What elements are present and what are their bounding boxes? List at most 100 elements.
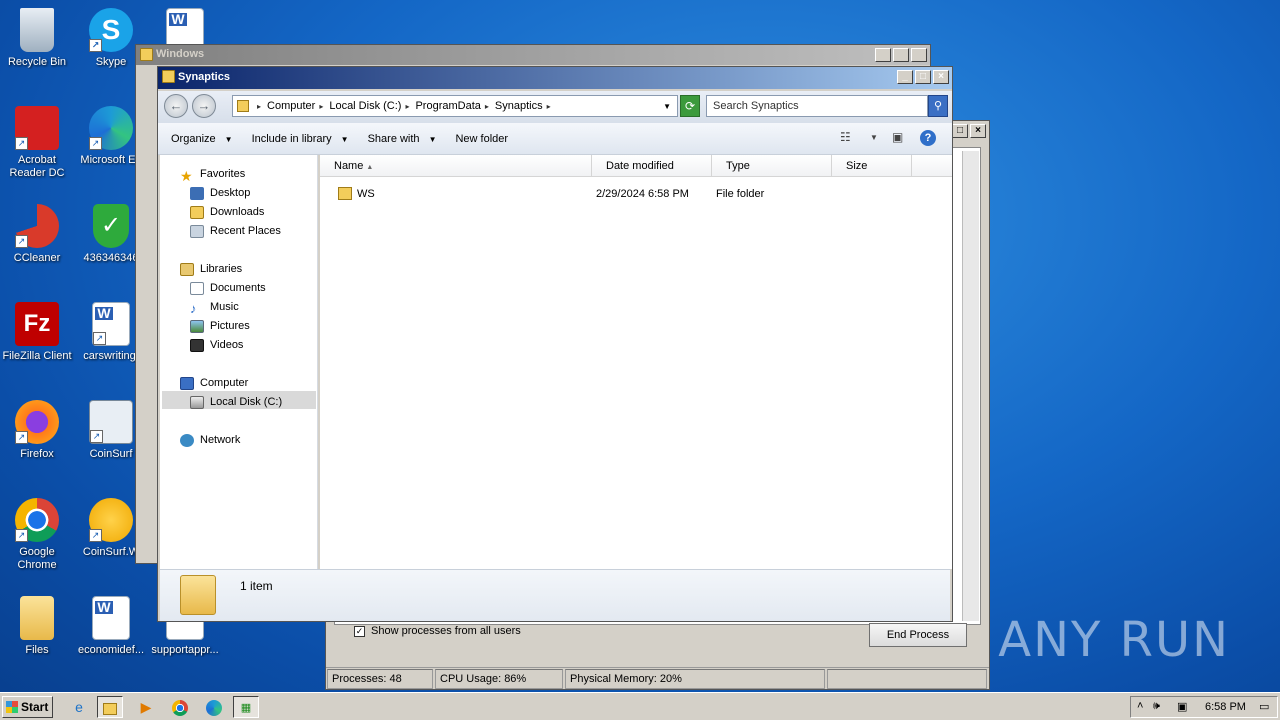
desktop-icon-files[interactable]: Files [0, 596, 74, 657]
search-input[interactable]: Search Synaptics [706, 95, 928, 117]
recycle-bin-icon [20, 8, 54, 52]
breadcrumb-synaptics[interactable]: Synaptics [495, 100, 543, 112]
start-label: Start [21, 700, 49, 714]
process-list-scrollbar[interactable] [962, 151, 979, 621]
restore-button[interactable]: □ [952, 124, 968, 138]
network-tray-icon[interactable]: ▣ [1177, 700, 1187, 713]
breadcrumb[interactable]: ▸ Computer ▸ Local Disk (C:) ▸ ProgramDa… [232, 95, 678, 117]
breadcrumb-programdata[interactable]: ProgramData [415, 100, 480, 112]
desktop-icon-acrobat[interactable]: ↗ Acrobat Reader DC [0, 106, 74, 180]
explorer-taskbar-icon[interactable] [97, 696, 123, 718]
filezilla-icon: Fz [15, 302, 59, 346]
nav-local-disk[interactable]: Local Disk (C:) [190, 393, 282, 411]
videos-icon [190, 338, 204, 352]
skype-icon: S ↗ [89, 8, 133, 52]
show-desktop-icon[interactable]: ▭ [1259, 700, 1269, 713]
chrome-icon[interactable] [167, 696, 193, 718]
desktop-icon-firefox[interactable]: ↗ Firefox [0, 400, 74, 461]
maximize-button[interactable]: □ [915, 70, 931, 84]
firefox-icon: ↗ [15, 400, 59, 444]
nav-desktop[interactable]: Desktop [190, 184, 250, 202]
preview-pane-icon[interactable]: ▣ [892, 130, 903, 144]
include-label: Include in library [251, 132, 332, 145]
desktop-icon-chrome[interactable]: ↗ Google Chrome [0, 498, 74, 572]
organize-label: Organize [171, 132, 216, 145]
explorer-titlebar[interactable]: Synaptics _ □ × [158, 67, 952, 89]
nav-computer[interactable]: Computer [180, 374, 248, 392]
hard-disk-icon [190, 395, 204, 409]
back-button[interactable]: ← [164, 94, 188, 118]
minimize-button[interactable]: _ [875, 48, 891, 62]
column-type[interactable]: Type [712, 155, 832, 177]
breadcrumb-computer[interactable]: Computer [267, 100, 315, 112]
status-cpu: CPU Usage: 86% [435, 669, 563, 689]
nav-documents[interactable]: Documents [190, 279, 266, 297]
nav-videos[interactable]: Videos [190, 336, 243, 354]
refresh-button[interactable]: ⟳ [680, 95, 700, 117]
address-dropdown-icon[interactable]: ▼ [663, 102, 671, 111]
status-memory: Physical Memory: 20% [565, 669, 825, 689]
end-process-button[interactable]: End Process [869, 623, 967, 647]
breadcrumb-local-disk[interactable]: Local Disk (C:) [329, 100, 401, 112]
clock[interactable]: 6:58 PM [1205, 701, 1246, 713]
minimize-button[interactable]: _ [897, 70, 913, 84]
folder-icon [140, 48, 153, 61]
nav-favorites[interactable]: ★ Favorites [180, 165, 246, 184]
edge-icon: ↗ [89, 106, 133, 150]
new-folder-button[interactable]: New folder [455, 133, 508, 145]
nav-local-disk-label: Local Disk (C:) [210, 396, 283, 408]
details-pane: 1 item [160, 569, 950, 621]
desktop-icon-economidef[interactable]: W economidef... [74, 596, 148, 657]
anyrun-watermark: ANY RUN [998, 612, 1230, 668]
system-tray: ˄ 🕪 ▣ 6:58 PM ▭ [1130, 696, 1278, 718]
desktop-icon-recycle-bin[interactable]: Recycle Bin [0, 8, 74, 69]
media-player-icon[interactable]: ▶ [133, 696, 159, 718]
tray-expand-icon[interactable]: ˄ [1137, 700, 1143, 712]
column-date[interactable]: Date modified [592, 155, 712, 177]
nav-pictures[interactable]: Pictures [190, 317, 250, 335]
acrobat-icon: ↗ [15, 106, 59, 150]
nav-recent-places[interactable]: Recent Places [190, 222, 281, 240]
column-name[interactable]: Name ▲ [320, 155, 592, 177]
edge-icon[interactable] [201, 696, 227, 718]
desktop-icon-filezilla[interactable]: Fz FileZilla Client [0, 302, 74, 363]
close-button[interactable]: × [933, 70, 949, 84]
file-type: File folder [716, 188, 765, 200]
chevron-right-icon: ▸ [319, 101, 324, 111]
explorer-title: Synaptics [178, 71, 230, 83]
sort-up-icon: ▲ [366, 164, 374, 171]
nav-downloads[interactable]: Downloads [190, 203, 264, 221]
taskbar: Start e ▶ ▦ ˄ 🕪 ▣ 6:58 PM ▭ [0, 692, 1280, 720]
desktop-icon-ccleaner[interactable]: ↗ CCleaner [0, 204, 74, 265]
task-manager-taskbar-icon[interactable]: ▦ [233, 696, 259, 718]
forward-button[interactable]: → [192, 94, 216, 118]
nav-libraries[interactable]: Libraries [180, 260, 242, 278]
share-with-menu[interactable]: Share with ▼ [368, 133, 437, 145]
column-size[interactable]: Size [832, 155, 912, 177]
column-name-label: Name [334, 160, 364, 172]
nav-music[interactable]: ♪ Music [190, 298, 239, 316]
nav-favorites-label: Favorites [200, 168, 246, 180]
help-icon[interactable]: ? [920, 130, 936, 146]
windows-window-titlebar[interactable]: Windows _ □ × [136, 45, 930, 65]
close-button[interactable]: × [911, 48, 927, 62]
close-button[interactable]: × [970, 124, 986, 138]
desktop-icon [190, 186, 204, 200]
libraries-icon [180, 262, 194, 276]
checkbox-check-icon: ✓ [354, 625, 365, 637]
start-button[interactable]: Start [2, 696, 53, 718]
organize-menu[interactable]: Organize ▼ [171, 133, 233, 145]
show-all-processes-checkbox[interactable]: ✓ Show processes from all users [354, 625, 521, 637]
nav-network[interactable]: Network [180, 431, 240, 449]
volume-icon[interactable]: 🕪 [1153, 700, 1160, 713]
file-list[interactable]: Name ▲ Date modified Type Size WS 2/29/2… [320, 155, 952, 569]
view-options-icon[interactable]: ☷ [840, 130, 851, 144]
share-label: Share with [367, 132, 420, 145]
coinsurf-w-icon: ↗ [89, 498, 133, 542]
search-icon[interactable]: ⚲ [928, 95, 948, 117]
chevron-down-icon[interactable]: ▼ [870, 133, 878, 142]
maximize-button[interactable]: □ [893, 48, 909, 62]
include-in-library-menu[interactable]: Include in library ▼ [252, 133, 349, 145]
ie-icon[interactable]: e [66, 696, 92, 718]
table-row[interactable]: WS 2/29/2024 6:58 PM File folder [320, 185, 952, 203]
